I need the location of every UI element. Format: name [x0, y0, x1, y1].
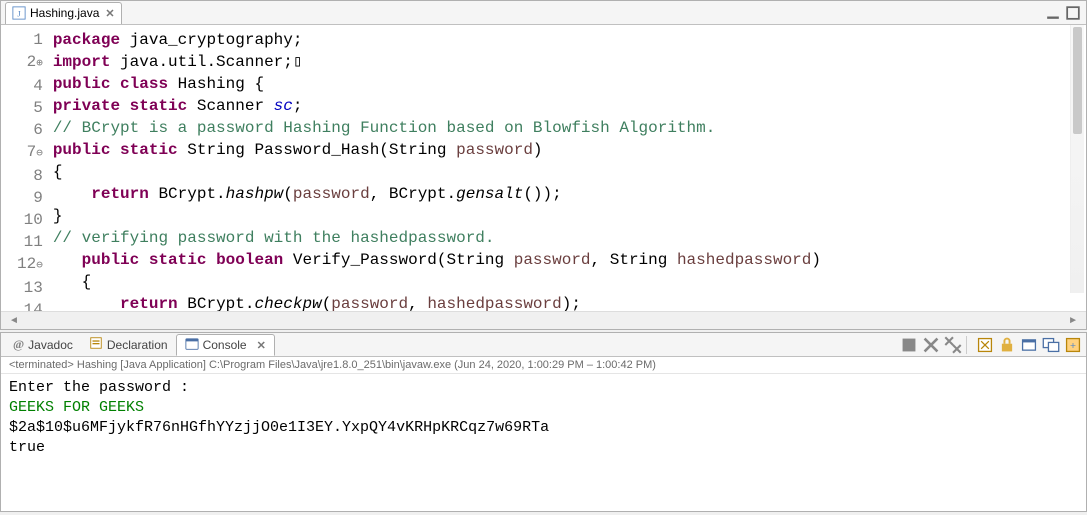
console-toolbar: + [900, 336, 1082, 354]
scroll-left-icon[interactable]: ◄ [9, 315, 19, 326]
gutter-line: 11 [17, 231, 43, 253]
tab-javadoc-label: Javadoc [28, 338, 73, 352]
code-line[interactable]: { [53, 271, 1076, 293]
console-output[interactable]: Enter the password : GEEKS FOR GEEKS $2a… [1, 374, 1086, 462]
gutter-line: 12⊖ [17, 253, 43, 277]
code-line[interactable]: public class Hashing { [53, 73, 1076, 95]
horizontal-scrollbar[interactable]: ◄ ► [1, 311, 1086, 329]
gutter-line: 2⊕ [17, 51, 43, 75]
pin-console-icon[interactable] [1020, 336, 1038, 354]
console-line-prompt: Enter the password : [9, 378, 1078, 398]
vertical-scrollbar[interactable] [1070, 25, 1084, 293]
close-icon[interactable]: ✕ [105, 7, 114, 20]
gutter-line: 6 [17, 119, 43, 141]
code-line[interactable]: private static Scanner sc; [53, 95, 1076, 117]
clear-console-icon[interactable] [976, 336, 994, 354]
code-line[interactable]: import java.util.Scanner;▯ [53, 51, 1076, 73]
console-icon [185, 337, 199, 354]
open-console-icon[interactable]: + [1064, 336, 1082, 354]
gutter-line: 1 [17, 29, 43, 51]
close-icon[interactable]: ✕ [257, 339, 266, 352]
bottom-panel: @ Javadoc Declaration Console ✕ + [0, 332, 1087, 512]
java-file-icon: J [12, 6, 26, 20]
gutter-line: 13 [17, 277, 43, 299]
editor-panel: J Hashing.java ✕ 1 2⊕4 5 6 7⊖8 9 10 11 1… [0, 0, 1087, 330]
code-content[interactable]: package java_cryptography;import java.ut… [53, 29, 1086, 311]
view-tab-bar: @ Javadoc Declaration Console ✕ + [1, 333, 1086, 357]
editor-window-controls [1046, 6, 1086, 20]
tab-declaration-label: Declaration [107, 338, 168, 352]
display-console-icon[interactable] [1042, 336, 1060, 354]
javadoc-icon: @ [13, 337, 24, 352]
code-line[interactable]: { [53, 161, 1076, 183]
toolbar-separator [966, 336, 972, 354]
tab-javadoc[interactable]: @ Javadoc [5, 334, 81, 356]
launch-status-line: <terminated> Hashing [Java Application] … [1, 357, 1086, 374]
minimize-icon[interactable] [1046, 6, 1060, 20]
svg-text:+: + [1070, 340, 1076, 351]
tab-console[interactable]: Console ✕ [176, 334, 275, 356]
console-line-input: GEEKS FOR GEEKS [9, 398, 1078, 418]
code-line[interactable]: public static String Password_Hash(Strin… [53, 139, 1076, 161]
terminate-icon[interactable] [900, 336, 918, 354]
line-gutter: 1 2⊕4 5 6 7⊖8 9 10 11 12⊖13 14 [1, 29, 53, 311]
code-line[interactable]: return BCrypt.hashpw(password, BCrypt.ge… [53, 183, 1076, 205]
gutter-line: 5 [17, 97, 43, 119]
editor-tab-label: Hashing.java [30, 6, 99, 20]
console-line-hash: $2a$10$u6MFjykfR76nHGfhYYzjjO0e1I3EY.Yxp… [9, 418, 1078, 438]
console-line-result: true [9, 438, 1078, 458]
code-viewport[interactable]: 1 2⊕4 5 6 7⊖8 9 10 11 12⊖13 14 package j… [1, 25, 1086, 311]
gutter-line: 10 [17, 209, 43, 231]
scroll-right-icon[interactable]: ► [1068, 315, 1078, 326]
gutter-line: 4 [17, 75, 43, 97]
tab-console-label: Console [203, 338, 247, 352]
gutter-line: 9 [17, 187, 43, 209]
code-line[interactable]: } [53, 205, 1076, 227]
declaration-icon [89, 336, 103, 353]
editor-tab-hashing[interactable]: J Hashing.java ✕ [5, 2, 122, 24]
code-line[interactable]: return BCrypt.checkpw(password, hashedpa… [53, 293, 1076, 311]
code-line[interactable]: public static boolean Verify_Password(St… [53, 249, 1076, 271]
gutter-line: 8 [17, 165, 43, 187]
scroll-lock-icon[interactable] [998, 336, 1016, 354]
svg-text:J: J [17, 9, 21, 19]
code-line[interactable]: package java_cryptography; [53, 29, 1076, 51]
maximize-icon[interactable] [1066, 6, 1080, 20]
gutter-line: 14 [17, 299, 43, 311]
remove-launch-icon[interactable] [922, 336, 940, 354]
tab-declaration[interactable]: Declaration [81, 334, 176, 356]
editor-tab-bar: J Hashing.java ✕ [1, 1, 1086, 25]
code-line[interactable]: // verifying password with the hashedpas… [53, 227, 1076, 249]
code-line[interactable]: // BCrypt is a password Hashing Function… [53, 117, 1076, 139]
remove-all-icon[interactable] [944, 336, 962, 354]
gutter-line: 7⊖ [17, 141, 43, 165]
